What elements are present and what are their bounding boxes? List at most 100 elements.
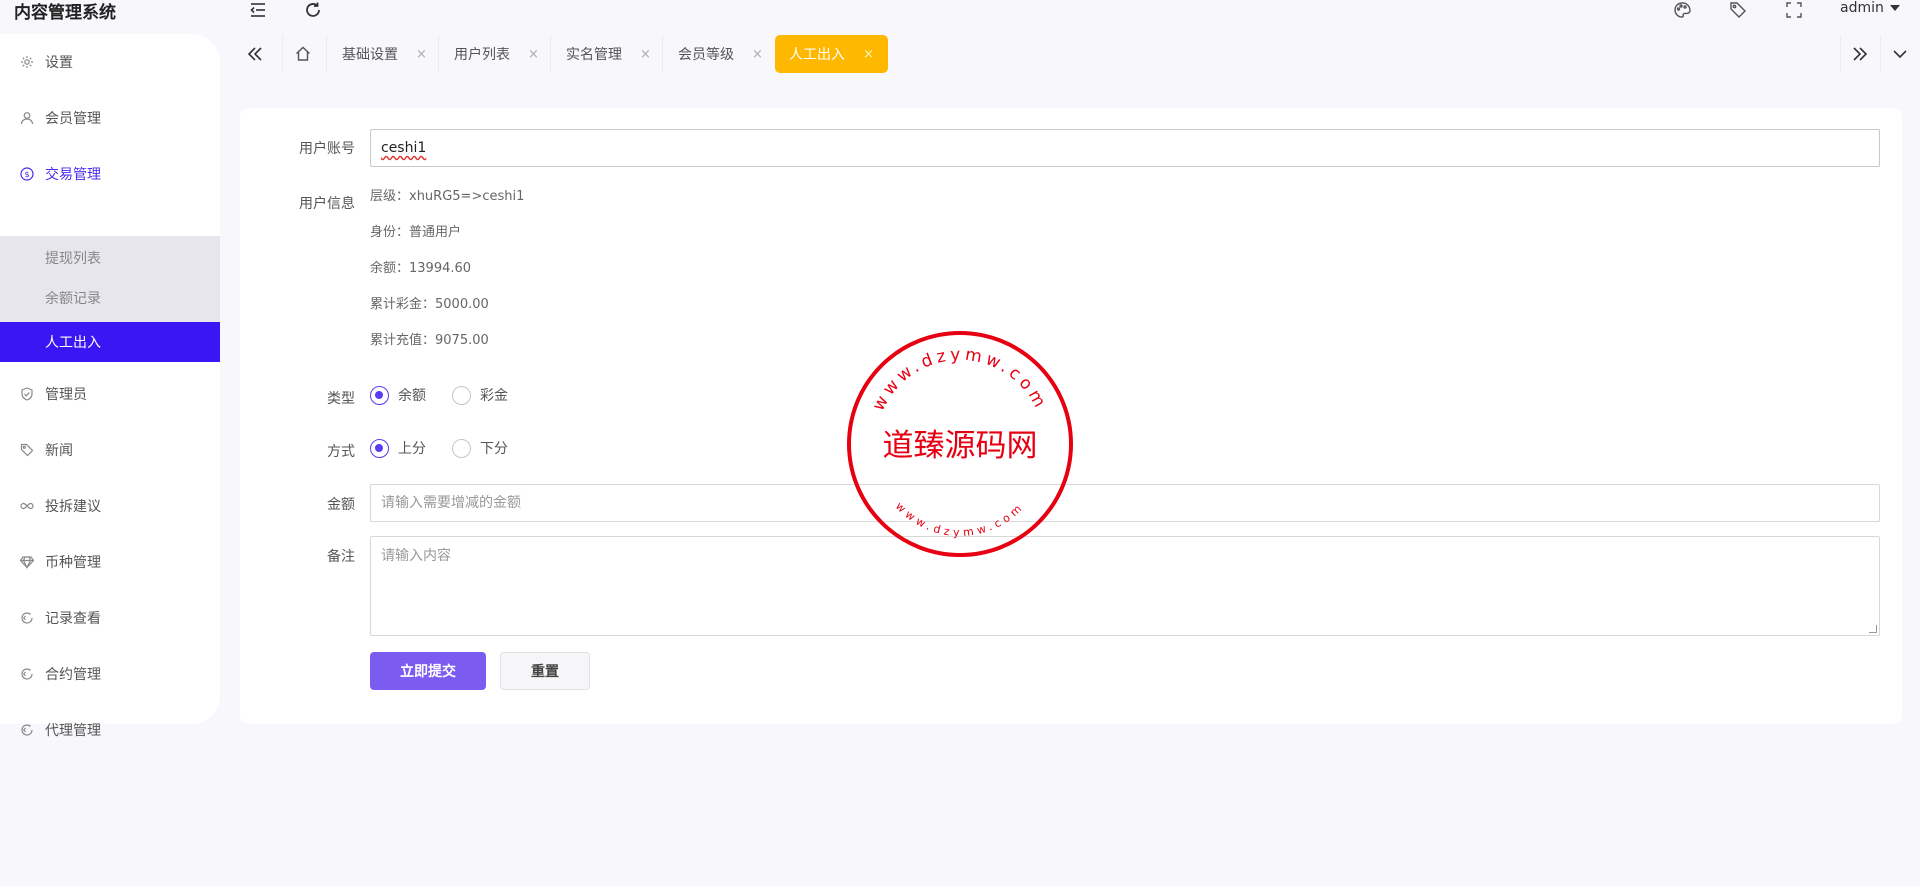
sidebar-subitem-balance-records[interactable]: 余额记录 (0, 278, 220, 318)
type-radio-balance[interactable]: 余额 (370, 385, 426, 405)
sidebar-item-settings[interactable]: 设置 (0, 44, 220, 80)
remark-label: 备注 (327, 549, 355, 565)
user-icon (20, 111, 34, 125)
reset-button[interactable]: 重置 (500, 652, 590, 690)
mode-radio-add[interactable]: 上分 (370, 438, 426, 458)
type-label: 类型 (327, 391, 355, 407)
tab-label: 用户列表 (454, 47, 510, 63)
amount-input[interactable]: 请输入需要增减的金额 (370, 484, 1880, 522)
tab-member-levels[interactable]: 会员等级 × (664, 35, 777, 73)
caret-down-icon (1889, 5, 1900, 11)
sidebar-item-label: 管理员 (45, 387, 87, 403)
account-input[interactable]: ceshi1 (370, 129, 1880, 167)
tab-label: 人工出入 (789, 47, 845, 63)
radio-label: 彩金 (480, 388, 508, 404)
home-icon[interactable] (291, 42, 315, 66)
sidebar-item-news[interactable]: 新闻 (0, 432, 220, 468)
diamond-icon (20, 555, 34, 569)
sidebar-item-label: 合约管理 (45, 667, 101, 683)
fullscreen-icon[interactable] (1784, 0, 1804, 20)
radio-dot (452, 438, 471, 458)
radio-label: 余额 (398, 388, 426, 404)
amount-label: 金额 (327, 497, 355, 513)
type-radio-bonus[interactable]: 彩金 (452, 385, 508, 405)
seal-center-text: 道臻源码网 (883, 428, 1038, 464)
tab-label: 基础设置 (342, 47, 398, 63)
tab-close-icon[interactable]: × (640, 47, 651, 62)
shield-icon (20, 387, 34, 401)
radio-label: 上分 (398, 441, 426, 457)
radio-label: 下分 (480, 441, 508, 457)
sidebar: 设置 会员管理 $ 交易管理 提现列表 余额记录 人工出入 管理员 新闻 投拆建… (0, 34, 220, 739)
sidebar-item-admins[interactable]: 管理员 (0, 376, 220, 412)
watermark-seal: www.dzymw.com www.dzymw.com 道臻源码网 (846, 330, 1074, 558)
tab-divider (326, 35, 327, 73)
tab-divider (438, 35, 439, 73)
tab-divider (662, 35, 663, 73)
sidebar-item-label: 设置 (45, 55, 73, 71)
sidebar-item-label: 记录查看 (45, 611, 101, 627)
tab-close-icon[interactable]: × (863, 47, 874, 62)
circle-arrow-icon (20, 723, 34, 737)
sidebar-item-feedback[interactable]: 投拆建议 (0, 488, 220, 524)
sidebar-item-label: 交易管理 (45, 167, 101, 183)
trading-submenu: 提现列表 余额记录 人工出入 (0, 236, 220, 362)
tag-icon[interactable] (1728, 0, 1748, 20)
double-chevron-right-icon[interactable] (1848, 42, 1872, 66)
radio-dot (370, 438, 389, 458)
remark-textarea[interactable]: 请输入内容 (370, 536, 1880, 636)
refresh-icon[interactable] (303, 0, 323, 20)
app-title: 内容管理系统 (14, 3, 116, 23)
gear-icon (20, 55, 34, 69)
info-identity: 身份：普通用户 (370, 225, 462, 240)
infinity-icon (20, 499, 34, 513)
tab-basic-settings[interactable]: 基础设置 × (328, 35, 441, 73)
user-info-label: 用户信息 (299, 196, 355, 212)
sidebar-item-label: 币种管理 (45, 555, 101, 571)
dollar-circle-icon: $ (20, 167, 34, 181)
tab-close-icon[interactable]: × (528, 47, 539, 62)
info-total-recharge: 累计充值：9075.00 (370, 333, 489, 348)
seal-bottom-text: www.dzymw.com (893, 500, 1023, 540)
sidebar-item-members[interactable]: 会员管理 (0, 100, 220, 136)
tab-close-icon[interactable]: × (752, 47, 763, 62)
sidebar-item-label: 会员管理 (45, 111, 101, 127)
sidebar-subitem-withdraw-list[interactable]: 提现列表 (0, 238, 220, 278)
tag-icon (20, 443, 34, 457)
resize-grip-icon[interactable] (1869, 625, 1877, 633)
svg-text:www.dzymw.com: www.dzymw.com (893, 500, 1027, 540)
circle-arrow-icon (20, 611, 34, 625)
tab-manual-io[interactable]: 人工出入 × (775, 35, 888, 73)
tab-real-name[interactable]: 实名管理 × (552, 35, 665, 73)
menu-fold-icon[interactable] (248, 0, 268, 20)
sidebar-item-records[interactable]: 记录查看 (0, 600, 220, 636)
remark-placeholder: 请输入内容 (381, 548, 451, 564)
tab-divider (550, 35, 551, 73)
info-total-bonus: 累计彩金：5000.00 (370, 297, 489, 312)
tab-close-icon[interactable]: × (416, 47, 427, 62)
double-chevron-left-icon[interactable] (243, 42, 267, 66)
sidebar-subitem-manual-io[interactable]: 人工出入 (0, 322, 220, 362)
account-label: 用户账号 (299, 141, 355, 157)
tab-user-list[interactable]: 用户列表 × (440, 35, 553, 73)
mode-radio-subtract[interactable]: 下分 (452, 438, 508, 458)
palette-icon[interactable] (1672, 0, 1692, 20)
chevron-down-icon[interactable] (1888, 42, 1912, 66)
tab-divider (282, 35, 283, 73)
sidebar-item-agents[interactable]: 代理管理 (0, 712, 220, 748)
submit-button[interactable]: 立即提交 (370, 652, 486, 690)
svg-text:$: $ (24, 170, 29, 179)
username: admin (1840, 0, 1884, 16)
sidebar-item-contracts[interactable]: 合约管理 (0, 656, 220, 692)
sidebar-item-label: 新闻 (45, 443, 73, 459)
info-level: 层级：xhuRG5=>ceshi1 (370, 189, 525, 204)
tab-label: 会员等级 (678, 47, 734, 63)
info-balance: 余额：13994.60 (370, 261, 472, 276)
sidebar-item-currency[interactable]: 币种管理 (0, 544, 220, 580)
sidebar-item-label: 投拆建议 (45, 499, 101, 515)
sidebar-item-label: 代理管理 (45, 723, 101, 739)
circle-arrow-icon (20, 667, 34, 681)
user-menu[interactable]: admin (1840, 0, 1900, 16)
tab-divider (1840, 35, 1841, 73)
sidebar-item-trading[interactable]: $ 交易管理 (0, 156, 220, 192)
